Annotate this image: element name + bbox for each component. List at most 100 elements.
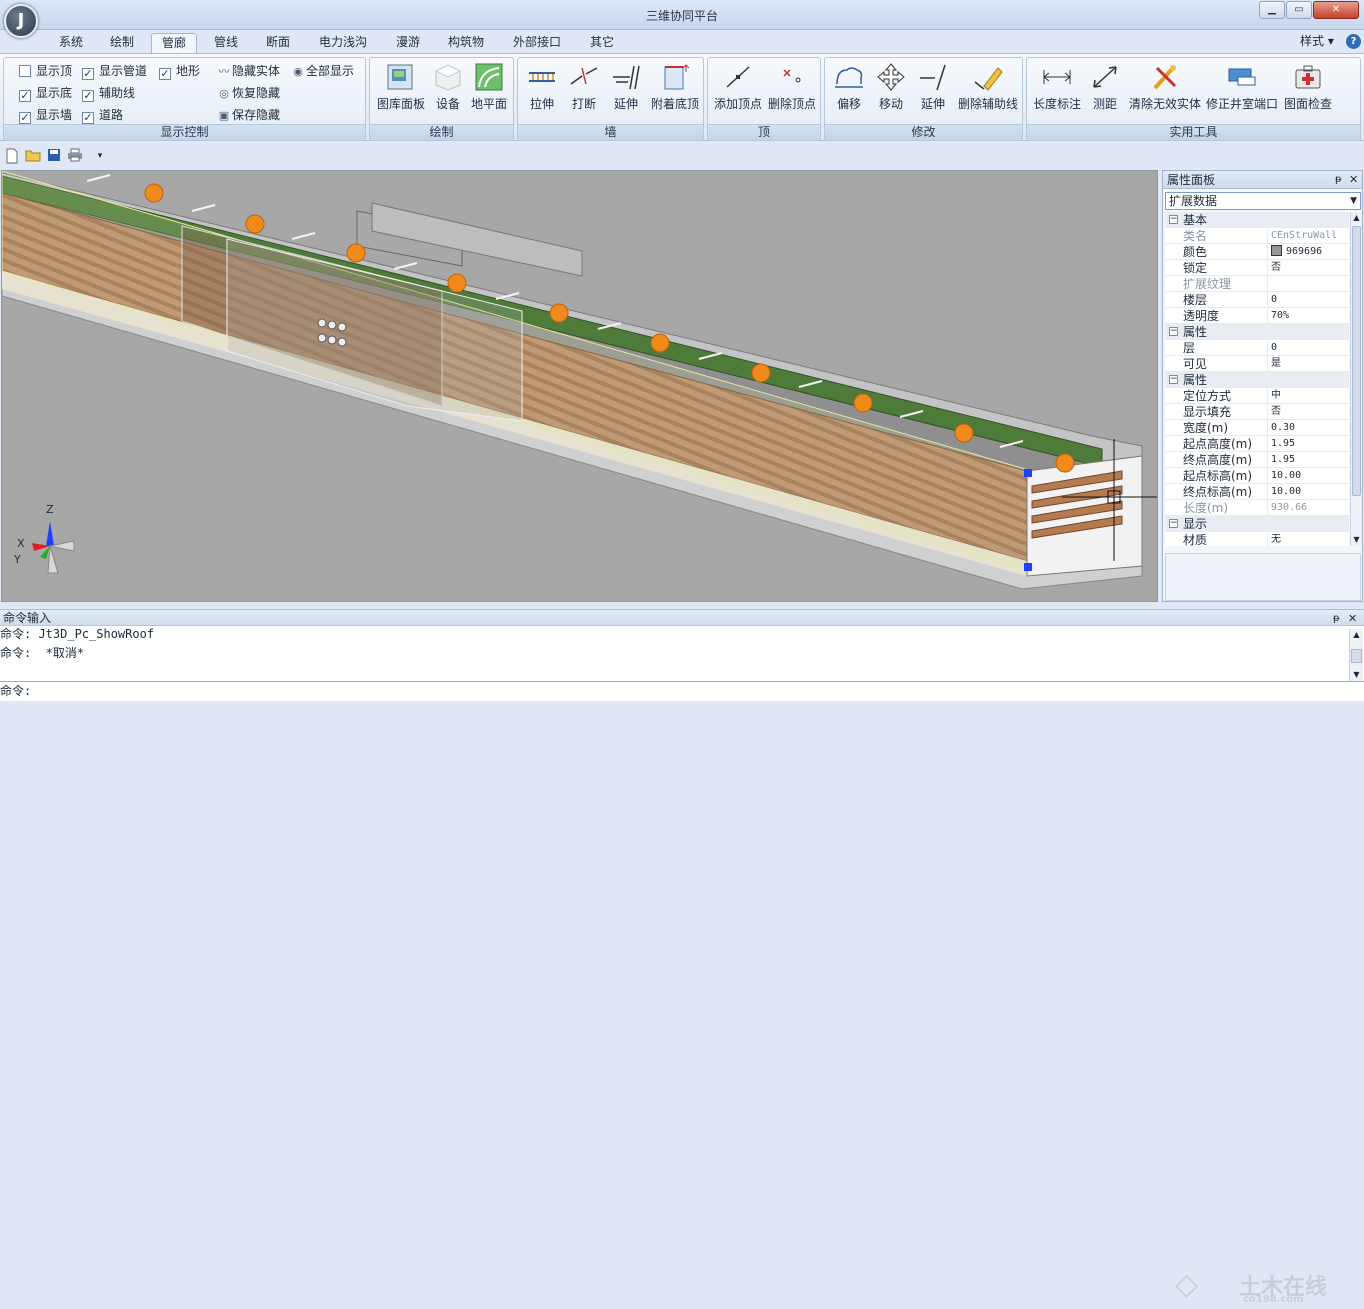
open-folder-icon[interactable] — [25, 148, 41, 164]
tab-draw[interactable]: 绘制 — [103, 33, 141, 54]
stretch-button[interactable]: 拉伸 — [522, 60, 562, 120]
property-grid-scrollbar[interactable]: ▲ ▼ — [1350, 212, 1362, 546]
property-row[interactable]: 定位方式 中 — [1165, 388, 1349, 404]
property-value[interactable]: 1.95 — [1267, 452, 1349, 468]
checkbox-terrain[interactable]: ✓ 地形 — [159, 62, 200, 80]
new-file-icon[interactable] — [4, 148, 20, 164]
style-menu[interactable]: 样式 ▾ — [1300, 33, 1334, 51]
tab-structures[interactable]: 构筑物 — [441, 33, 491, 54]
property-value[interactable]: 10.00 — [1267, 484, 1349, 500]
checkbox-roads[interactable]: ✓ 道路 — [82, 106, 123, 124]
property-value[interactable]: 1.95 — [1267, 436, 1349, 452]
close-icon[interactable]: ✕ — [1349, 171, 1358, 189]
delete-vertex-button[interactable]: 删除顶点 — [766, 60, 818, 120]
property-value[interactable]: 969696 — [1267, 244, 1349, 260]
property-value[interactable]: 10.00 — [1267, 468, 1349, 484]
command-input[interactable]: 命令: — [0, 683, 1170, 700]
property-row[interactable]: 锁定 否 — [1165, 260, 1349, 276]
checkbox-show-pipes[interactable]: ✓ 显示管道 — [82, 62, 147, 80]
property-value[interactable]: CEnStruWall — [1267, 228, 1349, 244]
property-value[interactable]: 无 — [1267, 532, 1349, 546]
collapse-icon[interactable]: − — [1169, 327, 1178, 336]
extend-button[interactable]: 延伸 — [913, 60, 953, 120]
property-row[interactable]: 终点标高(m) 10.00 — [1165, 484, 1349, 500]
property-row[interactable]: 类名 CEnStruWall — [1165, 228, 1349, 244]
show-all-button[interactable]: ◉ 全部显示 — [290, 62, 354, 80]
minimize-button[interactable]: ▁ — [1259, 1, 1285, 19]
ground-plane-button[interactable]: 地平面 — [468, 60, 510, 120]
property-row[interactable]: 宽度(m) 0.30 — [1165, 420, 1349, 436]
property-row[interactable]: 长度(m) 930.66 — [1165, 500, 1349, 516]
restore-hidden-button[interactable]: ◎ 恢复隐藏 — [216, 84, 280, 102]
property-row[interactable]: 显示填充 否 — [1165, 404, 1349, 420]
offset-button[interactable]: 偏移 — [829, 60, 869, 120]
tab-pipeline[interactable]: 管线 — [207, 33, 245, 54]
property-category[interactable]: − 显示 — [1165, 516, 1349, 532]
close-icon[interactable]: ✕ — [1348, 610, 1357, 627]
drawing-check-button[interactable]: 图面检查 — [1281, 60, 1335, 120]
property-row[interactable]: 楼层 0 — [1165, 292, 1349, 308]
property-category[interactable]: − 属性 — [1165, 372, 1349, 388]
property-value[interactable]: 0 — [1267, 292, 1349, 308]
save-icon[interactable] — [46, 148, 62, 164]
property-row[interactable]: 层0 — [1165, 340, 1349, 356]
clear-invalid-entities-button[interactable]: 清除无效实体 — [1127, 60, 1203, 120]
collapse-icon[interactable]: − — [1169, 519, 1178, 528]
property-row[interactable]: 起点标高(m) 10.00 — [1165, 468, 1349, 484]
move-button[interactable]: 移动 — [871, 60, 911, 120]
customize-arrow-icon[interactable]: ▾ — [92, 148, 108, 164]
property-value[interactable]: 否 — [1267, 260, 1349, 276]
hide-entity-button[interactable]: 〰隐藏实体 — [216, 62, 281, 80]
3d-viewport[interactable]: Z X Y — [1, 170, 1158, 602]
print-icon[interactable] — [67, 148, 83, 164]
add-vertex-button[interactable]: 添加顶点 — [712, 60, 764, 120]
tab-external-interface[interactable]: 外部接口 — [506, 33, 568, 54]
property-row[interactable]: 材质 无 — [1165, 532, 1349, 546]
tab-power-trench[interactable]: 电力浅沟 — [313, 33, 373, 54]
property-value[interactable]: 0 — [1267, 340, 1349, 356]
collapse-icon[interactable]: − — [1169, 375, 1178, 384]
properties-category-select[interactable]: 扩展数据 ▼ — [1165, 192, 1361, 210]
command-scrollbar[interactable]: ▲ ▼ — [1349, 629, 1363, 681]
app-menu-button[interactable]: J — [4, 4, 38, 38]
property-value[interactable]: 0.30 — [1267, 420, 1349, 436]
property-row[interactable]: 起点高度(m) 1.95 — [1165, 436, 1349, 452]
property-row[interactable]: 颜色 969696 — [1165, 244, 1349, 260]
property-value[interactable] — [1267, 276, 1349, 292]
property-value[interactable]: 是 — [1267, 356, 1349, 372]
save-hidden-button[interactable]: ▣ 保存隐藏 — [216, 106, 280, 124]
checkbox-show-bottom[interactable]: ✓ 显示底 — [19, 84, 72, 102]
property-row[interactable]: 透明度 70% — [1165, 308, 1349, 324]
checkbox-auxiliary-lines[interactable]: ✓ 辅助线 — [82, 84, 135, 102]
checkbox-show-top[interactable]: 显示顶 — [19, 62, 72, 80]
property-value[interactable]: 70% — [1267, 308, 1349, 324]
tab-roam[interactable]: 漫游 — [389, 33, 427, 54]
property-value[interactable]: 中 — [1267, 388, 1349, 404]
collapse-icon[interactable]: − — [1169, 215, 1178, 224]
help-icon[interactable]: ? — [1346, 34, 1361, 49]
pin-icon[interactable]: ᵽ — [1333, 610, 1340, 627]
break-button[interactable]: 打断 — [564, 60, 604, 120]
tab-other[interactable]: 其它 — [583, 33, 621, 54]
property-row[interactable]: 可见 是 — [1165, 356, 1349, 372]
close-button[interactable]: ✕ — [1313, 1, 1359, 19]
property-value[interactable]: 否 — [1267, 404, 1349, 420]
fix-well-port-button[interactable]: 修正井室端口 — [1205, 60, 1279, 120]
property-category[interactable]: − 属性 — [1165, 324, 1349, 340]
tab-utility-tunnel[interactable]: 管廊 — [151, 33, 197, 54]
library-panel-button[interactable]: 图库面板 — [374, 60, 428, 120]
property-value[interactable]: 930.66 — [1267, 500, 1349, 516]
property-row[interactable]: 扩展纹理 — [1165, 276, 1349, 292]
pin-icon[interactable]: ᵽ — [1335, 171, 1342, 189]
checkbox-show-walls[interactable]: ✓ 显示墙 — [19, 106, 72, 124]
property-row[interactable]: 终点高度(m) 1.95 — [1165, 452, 1349, 468]
delete-auxiliary-line-button[interactable]: 删除辅助线 — [955, 60, 1021, 120]
measure-distance-button[interactable]: 测距 — [1085, 60, 1125, 120]
length-dimension-button[interactable]: 长度标注 — [1031, 60, 1083, 120]
maximize-button[interactable]: ▭ — [1286, 1, 1312, 19]
property-category[interactable]: − 基本 — [1165, 212, 1349, 228]
tab-system[interactable]: 系统 — [52, 33, 90, 54]
tab-section[interactable]: 断面 — [259, 33, 297, 54]
attach-bottom-top-button[interactable]: 附着底顶 — [648, 60, 702, 120]
extend-wall-button[interactable]: 延伸 — [606, 60, 646, 120]
